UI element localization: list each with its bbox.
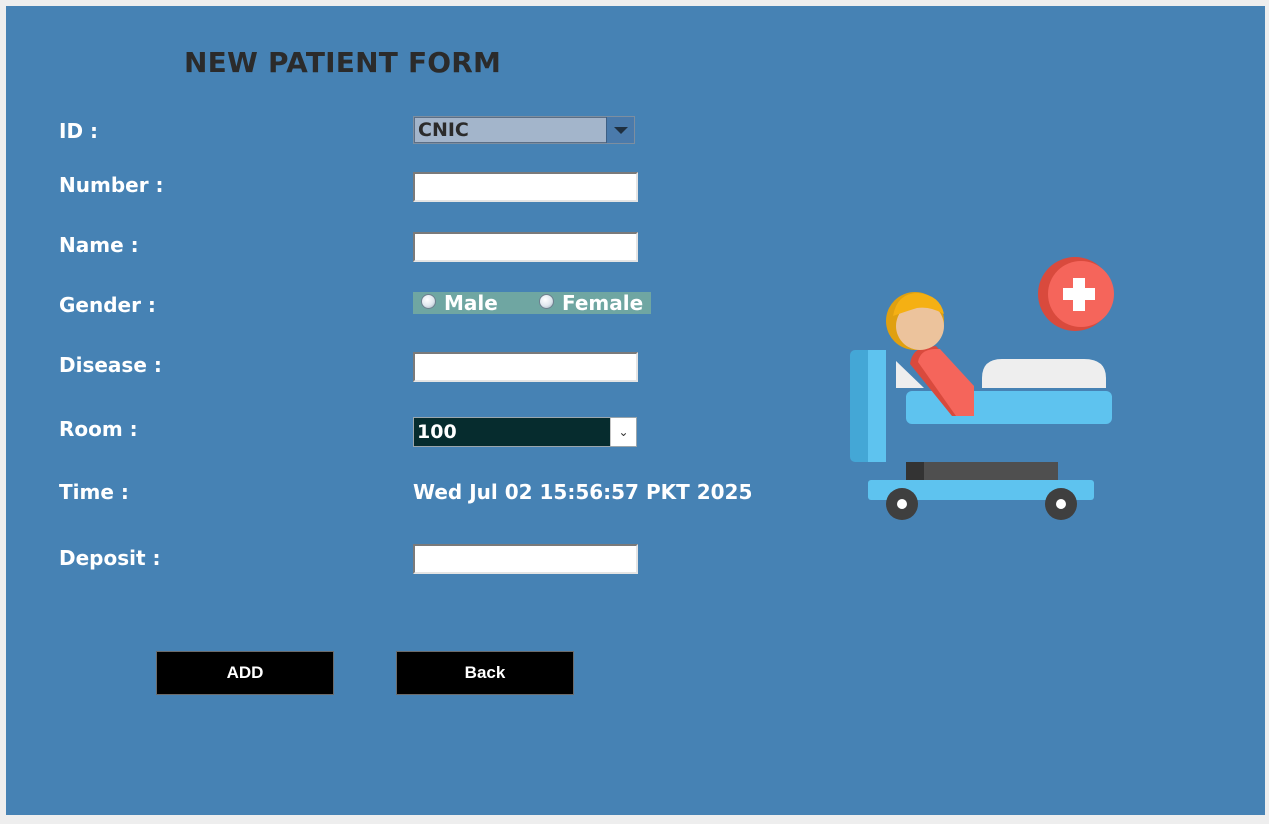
- gender-female-label[interactable]: Female: [562, 291, 643, 315]
- disease-label: Disease :: [59, 353, 162, 377]
- time-value: Wed Jul 02 15:56:57 PKT 2025: [413, 480, 753, 504]
- number-field[interactable]: [413, 172, 638, 202]
- chevron-down-icon[interactable]: ⌄: [610, 418, 636, 446]
- medical-cross-icon: [1038, 257, 1114, 331]
- gender-male-radio[interactable]: [421, 294, 436, 309]
- id-label: ID :: [59, 119, 99, 143]
- gender-female-radio[interactable]: [539, 294, 554, 309]
- gender-label: Gender :: [59, 293, 156, 317]
- name-label: Name :: [59, 233, 139, 257]
- disease-field[interactable]: [413, 352, 638, 382]
- add-button[interactable]: ADD: [156, 651, 334, 695]
- room-value: 100: [417, 421, 457, 443]
- name-field[interactable]: [413, 232, 638, 262]
- gender-radio-group: Male Female: [413, 291, 651, 315]
- id-type-value: CNIC: [418, 119, 469, 141]
- caret-down-icon[interactable]: [606, 117, 634, 143]
- form-panel: NEW PATIENT FORM ID : CNIC Number : Name…: [6, 6, 1265, 815]
- number-label: Number :: [59, 173, 164, 197]
- hospital-bed-patient-icon: [850, 257, 1114, 520]
- back-button[interactable]: Back: [396, 651, 574, 695]
- deposit-label: Deposit :: [59, 546, 161, 570]
- room-label: Room :: [59, 417, 138, 441]
- page-title: NEW PATIENT FORM: [184, 46, 502, 79]
- room-select[interactable]: 100 ⌄: [413, 417, 637, 447]
- time-label: Time :: [59, 480, 129, 504]
- deposit-field[interactable]: [413, 544, 638, 574]
- gender-male-label[interactable]: Male: [444, 291, 498, 315]
- id-type-select[interactable]: CNIC: [413, 116, 635, 144]
